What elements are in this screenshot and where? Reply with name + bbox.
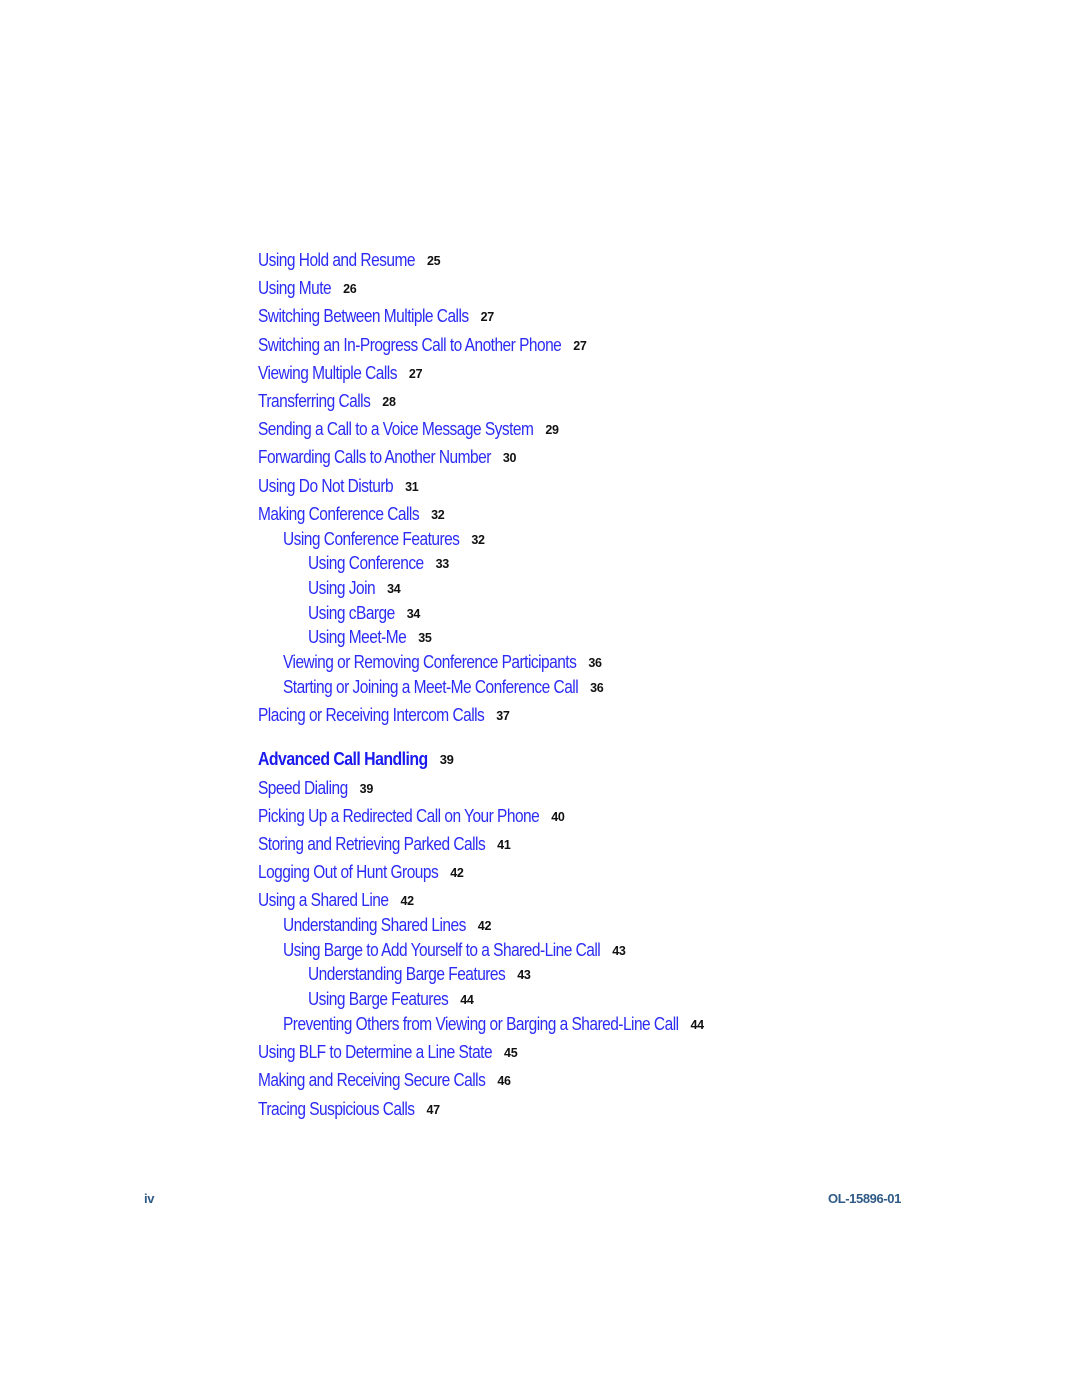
toc-entry[interactable]: Using Mute 26 <box>258 278 357 298</box>
toc-entry-link[interactable]: Making and Receiving Secure Calls <box>258 1070 486 1090</box>
toc-page-number: 44 <box>690 1018 705 1032</box>
toc-entry[interactable]: Making and Receiving Secure Calls 46 <box>258 1070 522 1090</box>
toc-page-number: 32 <box>471 533 485 547</box>
toc-page-number: 35 <box>418 631 432 645</box>
toc-page-number: 45 <box>504 1046 518 1060</box>
toc-entry[interactable]: Viewing or Removing Conference Participa… <box>283 652 624 672</box>
toc-page-number: 33 <box>435 557 450 571</box>
toc-page-number: 28 <box>382 395 396 409</box>
toc-chapter-entry[interactable]: Advanced Call Handling 39 <box>258 749 454 769</box>
toc-page-number: 46 <box>497 1074 511 1088</box>
toc-page-number: 40 <box>551 810 565 824</box>
footer-page-number: iv <box>144 1191 155 1206</box>
toc-page-number: 42 <box>450 866 464 880</box>
toc-entry[interactable]: Understanding Shared Lines 42 <box>283 915 496 935</box>
toc-page-number: 27 <box>480 310 495 324</box>
toc-entry[interactable]: Sending a Call to a Voice Message System… <box>258 419 578 439</box>
toc-entry[interactable]: Switching an In-Progress Call to Another… <box>258 335 611 355</box>
toc-page-number: 44 <box>460 993 474 1007</box>
toc-page-number: 30 <box>502 451 517 465</box>
toc-page-number: 42 <box>477 919 492 933</box>
toc-entry[interactable]: Speed Dialing 39 <box>258 778 373 798</box>
toc-entry[interactable]: Using Join 34 <box>308 578 401 598</box>
toc-entry-link[interactable]: Transferring Calls <box>258 391 371 411</box>
toc-entry[interactable]: Logging Out of Hunt Groups 42 <box>258 862 468 882</box>
toc-entry[interactable]: Using Barge to Add Yourself to a Shared-… <box>283 940 652 960</box>
toc-page-number: 37 <box>496 709 510 723</box>
toc-entry[interactable]: Storing and Retrieving Parked Calls 41 <box>258 834 522 854</box>
toc-page-number: 32 <box>431 508 445 522</box>
toc-entry[interactable]: Viewing Multiple Calls 27 <box>258 363 423 383</box>
toc-entry-link[interactable]: Using a Shared Line <box>258 890 389 910</box>
toc-entry-link[interactable]: Storing and Retrieving Parked Calls <box>258 834 486 854</box>
toc-page-number: 47 <box>426 1103 441 1117</box>
toc-page-number: 25 <box>426 254 441 268</box>
toc-entry[interactable]: Tracing Suspicious Calls 47 <box>258 1099 440 1119</box>
toc-entry[interactable]: Using Do Not Disturb 31 <box>258 476 419 496</box>
toc-entry[interactable]: Using Meet-Me 35 <box>308 627 432 647</box>
toc-entry[interactable]: Forwarding Calls to Another Number 30 <box>258 447 529 467</box>
toc-page-number: 27 <box>408 367 423 381</box>
toc-entry-link[interactable]: Using Barge to Add Yourself to a Shared-… <box>283 940 601 960</box>
toc-entry-link[interactable]: Using Hold and Resume <box>258 250 415 270</box>
toc-entry-link[interactable]: Placing or Receiving Intercom Calls <box>258 705 485 725</box>
toc-page-number: 31 <box>405 480 419 494</box>
toc-page-number: 26 <box>343 282 357 296</box>
toc-page-number: 39 <box>439 752 454 767</box>
toc-page-number: 41 <box>497 838 511 852</box>
toc-entry-link[interactable]: Using Do Not Disturb <box>258 476 394 496</box>
toc-entry[interactable]: Using BLF to Determine a Line State 45 <box>258 1042 530 1062</box>
toc-entry-link[interactable]: Logging Out of Hunt Groups <box>258 862 439 882</box>
toc-page-number: 39 <box>359 782 374 796</box>
toc-entry[interactable]: Using cBarge 34 <box>308 603 420 623</box>
toc-page-number: 27 <box>573 339 587 353</box>
toc-entry-link[interactable]: Using Meet-Me <box>308 627 407 647</box>
toc-page-number: 43 <box>612 944 626 958</box>
toc-page-number: 29 <box>545 423 559 437</box>
toc-entry[interactable]: Using Hold and Resume 25 <box>258 250 441 270</box>
toc-entry-link[interactable]: Making Conference Calls <box>258 504 420 524</box>
toc-page-number: 36 <box>588 656 602 670</box>
toc-entry-link[interactable]: Using BLF to Determine a Line State <box>258 1042 493 1062</box>
toc-entry-link[interactable]: Forwarding Calls to Another Number <box>258 447 491 467</box>
toc-entry-link[interactable]: Tracing Suspicious Calls <box>258 1099 415 1119</box>
toc-entry-link[interactable]: Sending a Call to a Voice Message System <box>258 419 534 439</box>
toc-entry[interactable]: Using Conference 33 <box>308 553 449 573</box>
toc-entry-link[interactable]: Speed Dialing <box>258 778 348 798</box>
toc-entry[interactable]: Switching Between Multiple Calls 27 <box>258 306 503 326</box>
toc-entry-link[interactable]: Advanced Call Handling <box>258 749 428 769</box>
toc-entry[interactable]: Starting or Joining a Meet-Me Conference… <box>283 677 626 697</box>
toc-entry-link[interactable]: Using Join <box>308 578 376 598</box>
toc-entry-link[interactable]: Using Conference <box>308 553 424 573</box>
toc-entry-link[interactable]: Preventing Others from Viewing or Bargin… <box>283 1014 679 1034</box>
toc-entry-link[interactable]: Understanding Shared Lines <box>283 915 466 935</box>
toc-entry-link[interactable]: Using cBarge <box>308 603 395 623</box>
toc-entry-link[interactable]: Switching Between Multiple Calls <box>258 306 469 326</box>
toc-entry-link[interactable]: Using Mute <box>258 278 332 298</box>
toc-entry-link[interactable]: Using Barge Features <box>308 989 449 1009</box>
toc-page: { "colors": { "link": "#2b2bf5", "page_n… <box>0 0 1080 1397</box>
toc-entry-link[interactable]: Switching an In-Progress Call to Another… <box>258 335 562 355</box>
toc-page-number: 43 <box>517 968 531 982</box>
toc-page-number: 34 <box>406 607 421 621</box>
toc-entry[interactable]: Using Barge Features 44 <box>308 989 474 1009</box>
toc-entry-link[interactable]: Understanding Barge Features <box>308 964 506 984</box>
toc-entry[interactable]: Using Conference Features 32 <box>283 529 488 549</box>
toc-entry-link[interactable]: Viewing Multiple Calls <box>258 363 397 383</box>
toc-entry[interactable]: Placing or Receiving Intercom Calls 37 <box>258 705 521 725</box>
toc-entry[interactable]: Preventing Others from Viewing or Bargin… <box>283 1014 743 1034</box>
toc-page-number: 34 <box>387 582 401 596</box>
toc-entry-link[interactable]: Starting or Joining a Meet-Me Conference… <box>283 677 579 697</box>
toc-entry[interactable]: Transferring Calls 28 <box>258 391 396 411</box>
toc-entry-link[interactable]: Picking Up a Redirected Call on Your Pho… <box>258 806 540 826</box>
toc-page-number: 36 <box>590 681 604 695</box>
toc-entry[interactable]: Using a Shared Line 42 <box>258 890 414 910</box>
toc-entry-link[interactable]: Viewing or Removing Conference Participa… <box>283 652 577 672</box>
toc-entry[interactable]: Understanding Barge Features 43 <box>308 964 537 984</box>
toc-entry[interactable]: Picking Up a Redirected Call on Your Pho… <box>258 806 585 826</box>
toc-page-number: 42 <box>400 894 414 908</box>
toc-entry[interactable]: Making Conference Calls 32 <box>258 504 445 524</box>
footer-doc-number: OL-15896-01 <box>828 1191 901 1206</box>
toc-entry-link[interactable]: Using Conference Features <box>283 529 460 549</box>
